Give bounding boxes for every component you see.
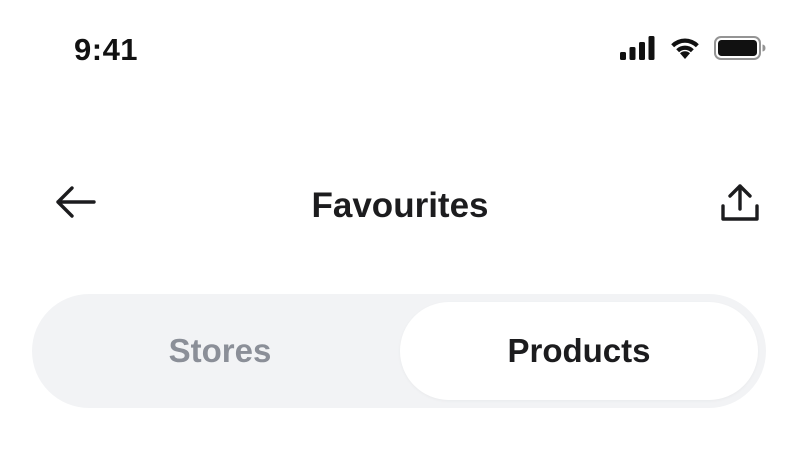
share-upload-icon <box>719 181 761 228</box>
nav-bar: Favourites <box>0 160 800 250</box>
favourites-segmented-control: Stores Products <box>32 294 766 408</box>
wifi-icon <box>668 36 702 65</box>
status-icons <box>620 36 766 65</box>
page-title: Favourites <box>311 186 489 225</box>
cellular-signal-icon <box>620 36 656 65</box>
tab-stores-label: Stores <box>168 332 272 369</box>
share-button[interactable] <box>714 178 766 230</box>
status-time: 9:41 <box>74 32 139 67</box>
battery-icon <box>714 36 766 65</box>
status-bar: 9:41 <box>0 0 800 100</box>
tab-products[interactable]: Products <box>400 302 758 400</box>
tab-products-label: Products <box>507 332 651 369</box>
tab-stores[interactable]: Stores <box>40 302 400 400</box>
